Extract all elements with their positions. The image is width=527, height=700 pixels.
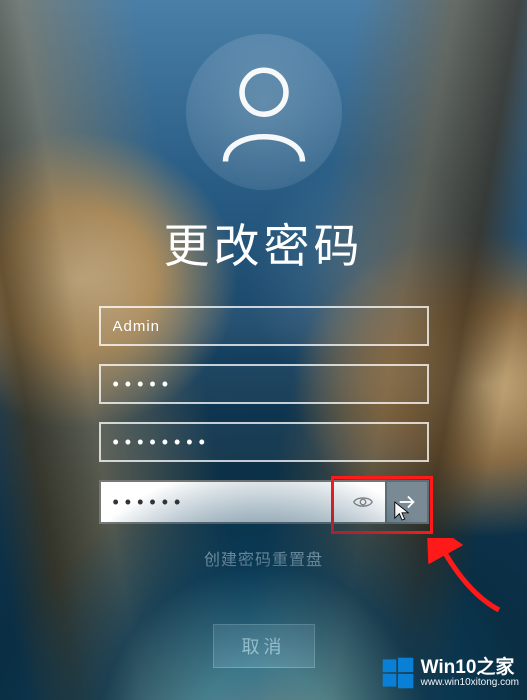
submit-button[interactable] [385, 480, 429, 524]
eye-icon [352, 491, 374, 513]
watermark-title: Win10之家 [421, 658, 519, 678]
user-avatar [186, 34, 342, 190]
username-input[interactable] [99, 306, 429, 346]
watermark-url: www.win10xitong.com [421, 678, 519, 689]
user-icon [209, 57, 319, 167]
new-password-input[interactable] [99, 422, 429, 462]
change-password-panel: 更改密码 [99, 0, 429, 668]
arrow-right-icon [396, 491, 418, 513]
annotation-arrow [427, 538, 507, 618]
windows-logo-icon [381, 656, 415, 690]
page-title: 更改密码 [164, 210, 364, 276]
watermark: Win10之家 www.win10xitong.com [381, 656, 519, 690]
create-reset-disk-link[interactable]: 创建密码重置盘 [204, 546, 323, 570]
cancel-button[interactable]: 取消 [213, 624, 315, 668]
reveal-password-button[interactable] [341, 480, 385, 524]
confirm-password-row [99, 480, 429, 524]
old-password-input[interactable] [99, 364, 429, 404]
username-row [99, 306, 429, 346]
watermark-text: Win10之家 www.win10xitong.com [421, 658, 519, 688]
old-password-row [99, 364, 429, 404]
new-password-row [99, 422, 429, 462]
lock-screen-background: 更改密码 [0, 0, 527, 700]
fields-group [99, 306, 429, 524]
